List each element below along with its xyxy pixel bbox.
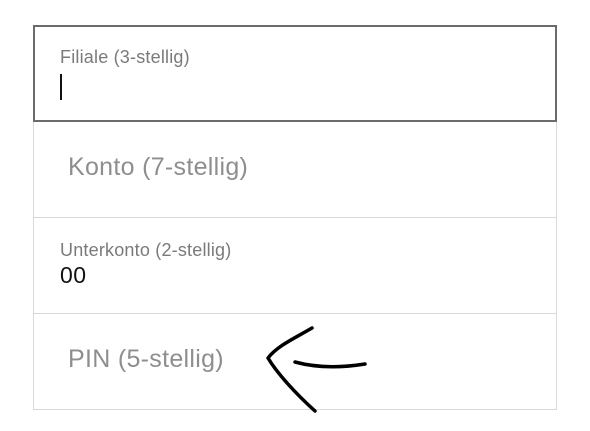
subaccount-field[interactable]: Unterkonto (2-stellig) 00	[33, 217, 557, 314]
account-field[interactable]: Konto (7-stellig)	[33, 121, 557, 218]
subaccount-field-value: 00	[60, 262, 87, 288]
subaccount-field-label: Unterkonto (2-stellig)	[60, 240, 232, 260]
branch-field-label: Filiale (3-stellig)	[60, 47, 190, 67]
hand-drawn-arrow-left-icon	[266, 326, 367, 413]
account-field-placeholder: Konto (7-stellig)	[68, 153, 249, 181]
pin-field-placeholder: PIN (5-stellig)	[68, 345, 224, 373]
branch-field[interactable]: Filiale (3-stellig)	[33, 25, 557, 122]
text-caret	[60, 74, 62, 100]
